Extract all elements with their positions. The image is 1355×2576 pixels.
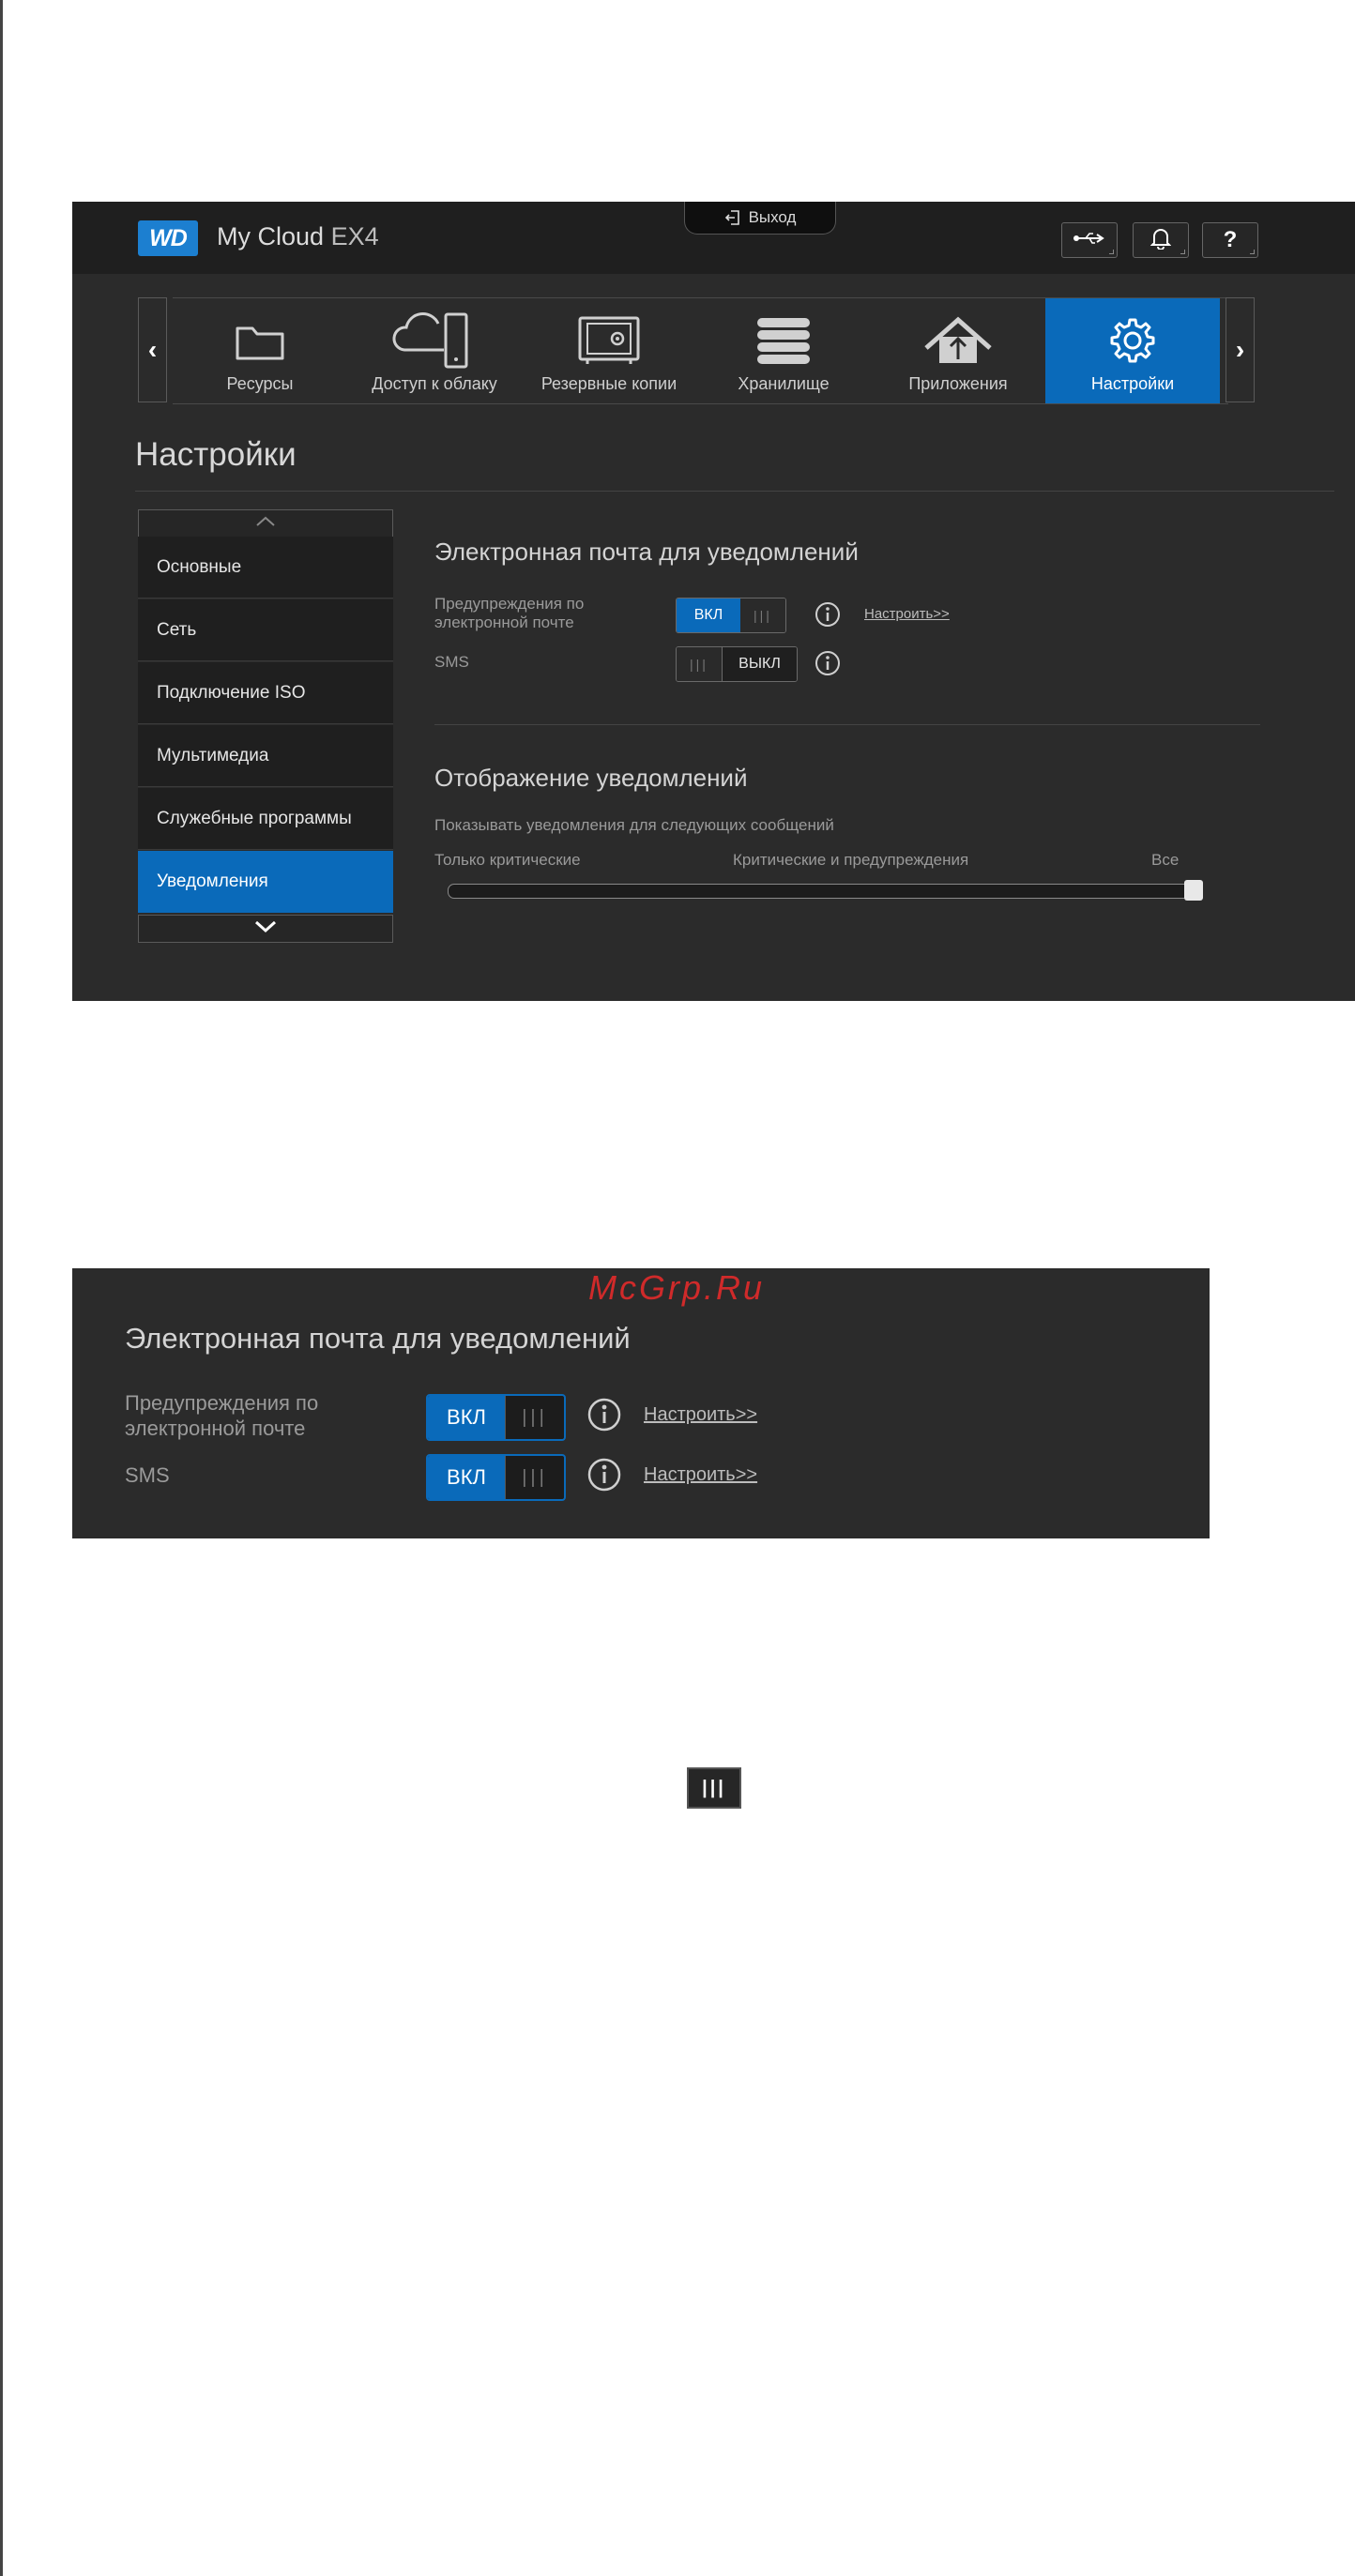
nav-item-label: Доступ к облаку: [372, 374, 497, 393]
sidebar-item-media[interactable]: Мультимедиа: [138, 725, 393, 787]
toggle-grip-icon: |||: [687, 1767, 741, 1809]
sidebar-item-utilities[interactable]: Служебные программы: [138, 788, 393, 850]
nav-item-cloud-access[interactable]: Доступ к облаку: [347, 298, 522, 403]
sms-toggle[interactable]: ||| ВЫКЛ: [676, 646, 798, 682]
app-window: WD My Cloud EX4 Выход ? ‹ Ресурсы Доступ…: [72, 202, 1355, 1001]
brand-name: My Cloud EX4: [217, 222, 379, 251]
chevron-down-icon: [254, 920, 277, 938]
sidebar-item-network[interactable]: Сеть: [138, 599, 393, 661]
email-configure-link[interactable]: Настроить>>: [864, 606, 950, 622]
zoom-email-alerts-label: Предупреждения по электронной почте: [125, 1391, 319, 1440]
info-icon[interactable]: [814, 600, 842, 629]
toggle-grip: |||: [505, 1396, 564, 1439]
nav-item-label: Резервные копии: [540, 374, 678, 393]
bell-icon: [1149, 227, 1172, 254]
logout-icon: [724, 209, 741, 226]
page-title: Настройки: [135, 436, 297, 473]
apps-upload-icon: [871, 311, 1045, 370]
email-alerts-label: Предупреждения по электронной почте: [434, 595, 585, 631]
zoom-sms-toggle[interactable]: ВКЛ |||: [426, 1454, 566, 1501]
nav-item-apps[interactable]: Приложения: [871, 298, 1045, 403]
email-section-title: Электронная почта для уведомлений: [434, 538, 859, 566]
sms-label: SMS: [434, 653, 469, 671]
info-icon[interactable]: [814, 649, 842, 677]
help-icon: ?: [1223, 227, 1238, 252]
section-divider: [434, 724, 1260, 725]
nav-item-shares[interactable]: Ресурсы: [173, 298, 347, 403]
zoom-sms-label: SMS: [125, 1463, 170, 1487]
watermark: McGrp.Ru: [588, 1268, 766, 1307]
logout-label: Выход: [748, 208, 797, 226]
nav-item-settings[interactable]: Настройки: [1045, 298, 1220, 403]
sidebar-item-iso[interactable]: Подключение ISO: [138, 662, 393, 724]
brand-text: My Cloud: [217, 222, 325, 250]
gear-icon: [1045, 311, 1220, 370]
toggle-on-label: ВКЛ: [428, 1456, 505, 1499]
help-button[interactable]: ?: [1202, 222, 1258, 258]
zoomed-email-panel: McGrp.Ru Электронная почта для уведомлен…: [72, 1268, 1210, 1538]
slider-label-critical: Только критические: [434, 851, 581, 869]
folder-icon: [173, 311, 347, 370]
model-text: EX4: [330, 222, 379, 250]
chevron-right-icon: ›: [1235, 335, 1245, 364]
zoom-section-title: Электронная почта для уведомлений: [125, 1322, 631, 1355]
zoom-email-configure-link[interactable]: Настроить>>: [644, 1404, 757, 1426]
title-divider: [135, 491, 1334, 492]
info-icon[interactable]: [586, 1397, 622, 1437]
zoom-sms-configure-link[interactable]: Настроить>>: [644, 1464, 757, 1486]
nav-item-label: Хранилище: [738, 374, 830, 393]
nav-item-label: Настройки: [1090, 374, 1175, 393]
email-alerts-toggle[interactable]: ВКЛ |||: [676, 598, 786, 633]
wd-logo: WD: [138, 220, 198, 256]
usb-icon: [1073, 231, 1106, 250]
toggle-grip: |||: [740, 599, 785, 632]
zoom-email-alerts-toggle[interactable]: ВКЛ |||: [426, 1394, 566, 1441]
main-nav: Ресурсы Доступ к облаку Резервные копии …: [173, 297, 1228, 404]
slider-label-critical-warnings: Критические и предупреждения: [733, 851, 969, 869]
slider-thumb[interactable]: [1184, 880, 1203, 901]
toggle-grip: |||: [505, 1456, 564, 1499]
nav-prev-arrow[interactable]: ‹: [138, 297, 167, 402]
sidebar-scroll-up[interactable]: [138, 509, 393, 538]
top-bar: WD My Cloud EX4 Выход ?: [72, 202, 1355, 274]
logout-button[interactable]: Выход: [684, 202, 836, 235]
toggle-on-label: ВКЛ: [428, 1396, 505, 1439]
notification-level-slider[interactable]: [448, 884, 1200, 899]
sidebar-item-notifications[interactable]: Уведомления: [138, 851, 393, 913]
toggle-off-label: ВЫКЛ: [722, 647, 797, 681]
toggle-on-label: ВКЛ: [677, 599, 740, 632]
sidebar-item-general[interactable]: Основные: [138, 537, 393, 599]
display-description: Показывать уведомления для следующих соо…: [434, 816, 834, 834]
info-icon[interactable]: [586, 1457, 622, 1497]
display-section-title: Отображение уведомлений: [434, 764, 748, 792]
nav-item-label: Приложения: [908, 374, 1008, 393]
alerts-button[interactable]: [1133, 222, 1189, 258]
safe-icon: [522, 311, 696, 370]
toggle-grip: |||: [677, 647, 722, 681]
nav-next-arrow[interactable]: ›: [1226, 297, 1255, 402]
nav-item-storage[interactable]: Хранилище: [696, 298, 871, 403]
slider-label-all: Все: [1151, 851, 1180, 869]
page-left-border: [0, 0, 3, 2576]
cloud-device-icon: [347, 311, 522, 370]
usb-button[interactable]: [1061, 222, 1118, 258]
chevron-up-icon: [255, 515, 276, 532]
sidebar-scroll-down[interactable]: [138, 915, 393, 943]
nav-item-backups[interactable]: Резервные копии: [522, 298, 696, 403]
database-icon: [696, 311, 871, 370]
chevron-left-icon: ‹: [147, 335, 158, 364]
nav-item-label: Ресурсы: [226, 374, 294, 393]
